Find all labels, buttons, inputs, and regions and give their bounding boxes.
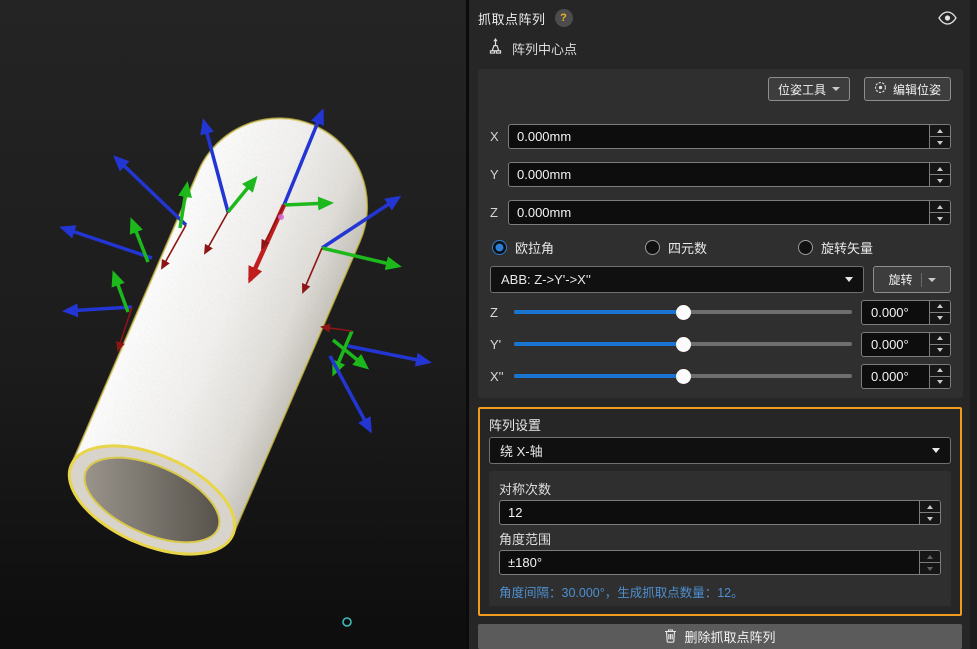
- edit-pose-icon: [874, 81, 887, 97]
- x-value: 0.000mm: [509, 125, 929, 148]
- gripper-icon: [487, 37, 504, 59]
- y-rotation-input[interactable]: 0.000°: [861, 332, 951, 357]
- z-input[interactable]: 0.000mm: [508, 200, 951, 225]
- z-rotation-input[interactable]: 0.000°: [861, 300, 951, 325]
- array-center-point-header: 阵列中心点: [478, 36, 963, 60]
- radio-euler[interactable]: 欧拉角: [492, 238, 645, 257]
- chevron-down-icon: [928, 278, 936, 282]
- angle-range-input[interactable]: ±180°: [499, 550, 941, 575]
- x-rotation-stepper[interactable]: [929, 365, 950, 388]
- x-slider-label: X'': [490, 369, 514, 384]
- page-title: 抓取点阵列: [478, 9, 546, 28]
- radio-rotation-vector-label: 旋转矢量: [821, 238, 873, 257]
- angle-range-label: 角度范围: [499, 529, 941, 546]
- button-separator: [921, 273, 922, 287]
- eye-icon[interactable]: [938, 11, 957, 25]
- y-slider-label: Y': [490, 337, 514, 352]
- edit-pose-label: 编辑位姿: [893, 81, 941, 98]
- chevron-down-icon: [845, 277, 853, 282]
- euler-convention-value: ABB: Z->Y'->X'': [501, 272, 591, 287]
- chevron-down-icon: [832, 87, 840, 91]
- z-value: 0.000mm: [509, 201, 929, 224]
- delete-grasp-array-button[interactable]: 删除抓取点阵列: [478, 624, 962, 649]
- z-rotation-slider[interactable]: [514, 304, 852, 320]
- array-axis-dropdown[interactable]: 绕 X-轴: [489, 437, 951, 464]
- angle-range-stepper[interactable]: [919, 551, 940, 574]
- z-rotation-stepper[interactable]: [929, 301, 950, 324]
- grasp-array-window: 抓取点阵列 ? 阵列中: [0, 0, 977, 649]
- x-label: X: [490, 129, 508, 144]
- edit-pose-button[interactable]: 编辑位姿: [864, 77, 951, 101]
- symmetry-count-value: 12: [500, 501, 919, 524]
- chevron-down-icon: [932, 448, 940, 453]
- z-stepper[interactable]: [929, 201, 950, 224]
- y-stepper[interactable]: [929, 163, 950, 186]
- rotate-label: 旋转: [888, 271, 912, 288]
- pose-tools-button[interactable]: 位姿工具: [768, 77, 850, 101]
- y-rotation-slider[interactable]: [514, 336, 852, 352]
- x-input[interactable]: 0.000mm: [508, 124, 951, 149]
- delete-grasp-array-label: 删除抓取点阵列: [684, 627, 775, 646]
- array-settings-group: 阵列设置 绕 X-轴 对称次数 12 角度范围: [478, 407, 962, 616]
- z-slider-label: Z: [490, 305, 514, 320]
- x-stepper[interactable]: [929, 125, 950, 148]
- radio-rotation-vector-circle[interactable]: [798, 240, 813, 255]
- 3d-viewport[interactable]: [0, 0, 466, 649]
- angle-range-value: ±180°: [500, 551, 919, 574]
- y-value: 0.000mm: [509, 163, 929, 186]
- slider-knob[interactable]: [676, 305, 691, 320]
- radio-quaternion-circle[interactable]: [645, 240, 660, 255]
- z-rotation-row: Z 0.000°: [490, 304, 951, 320]
- x-field-row: X 0.000mm: [490, 124, 951, 149]
- pose-editor-group: 位姿工具 编辑位姿: [478, 69, 963, 398]
- radio-quaternion-label: 四元数: [668, 238, 707, 257]
- y-field-row: Y 0.000mm: [490, 162, 951, 187]
- grasp-array-panel: 抓取点阵列 ? 阵列中: [469, 0, 977, 649]
- scrollbar-track[interactable]: [970, 0, 977, 649]
- radio-rotation-vector[interactable]: 旋转矢量: [798, 238, 951, 257]
- symmetry-count-stepper[interactable]: [919, 501, 940, 524]
- symmetry-count-input[interactable]: 12: [499, 500, 941, 525]
- y-label: Y: [490, 167, 508, 182]
- array-axis-value: 绕 X-轴: [500, 441, 543, 460]
- slider-knob[interactable]: [676, 337, 691, 352]
- x-rotation-input[interactable]: 0.000°: [861, 364, 951, 389]
- trash-icon: [664, 628, 677, 646]
- help-icon[interactable]: ?: [555, 9, 573, 27]
- y-input[interactable]: 0.000mm: [508, 162, 951, 187]
- angle-interval-info: 角度间隔：30.000°，生成抓取点数量：12。: [499, 582, 941, 598]
- z-rotation-value: 0.000°: [862, 301, 929, 324]
- pose-tools-label: 位姿工具: [778, 81, 826, 98]
- grasp-center-marker: [278, 214, 284, 220]
- z-label: Z: [490, 205, 508, 220]
- symmetry-count-label: 对称次数: [499, 479, 941, 496]
- x-rotation-value: 0.000°: [862, 365, 929, 388]
- radio-euler-circle[interactable]: [492, 240, 507, 255]
- x-rotation-row: X'' 0.000°: [490, 368, 951, 384]
- euler-convention-dropdown[interactable]: ABB: Z->Y'->X'': [490, 266, 864, 293]
- rotation-type-radios: 欧拉角 四元数 旋转矢量: [490, 238, 951, 257]
- z-field-row: Z 0.000mm: [490, 200, 951, 225]
- 3d-scene: [0, 0, 466, 649]
- array-settings-title: 阵列设置: [489, 415, 951, 432]
- array-settings-inner: 对称次数 12 角度范围 ±180°: [489, 471, 951, 606]
- array-center-point-label: 阵列中心点: [512, 39, 577, 58]
- x-rotation-slider[interactable]: [514, 368, 852, 384]
- radio-euler-label: 欧拉角: [515, 238, 554, 257]
- y-rotation-stepper[interactable]: [929, 333, 950, 356]
- slider-knob[interactable]: [676, 369, 691, 384]
- radio-quaternion[interactable]: 四元数: [645, 238, 798, 257]
- y-rotation-value: 0.000°: [862, 333, 929, 356]
- panel-header: 抓取点阵列 ?: [478, 6, 963, 30]
- rotate-button[interactable]: 旋转: [873, 266, 951, 293]
- y-rotation-row: Y' 0.000°: [490, 336, 951, 352]
